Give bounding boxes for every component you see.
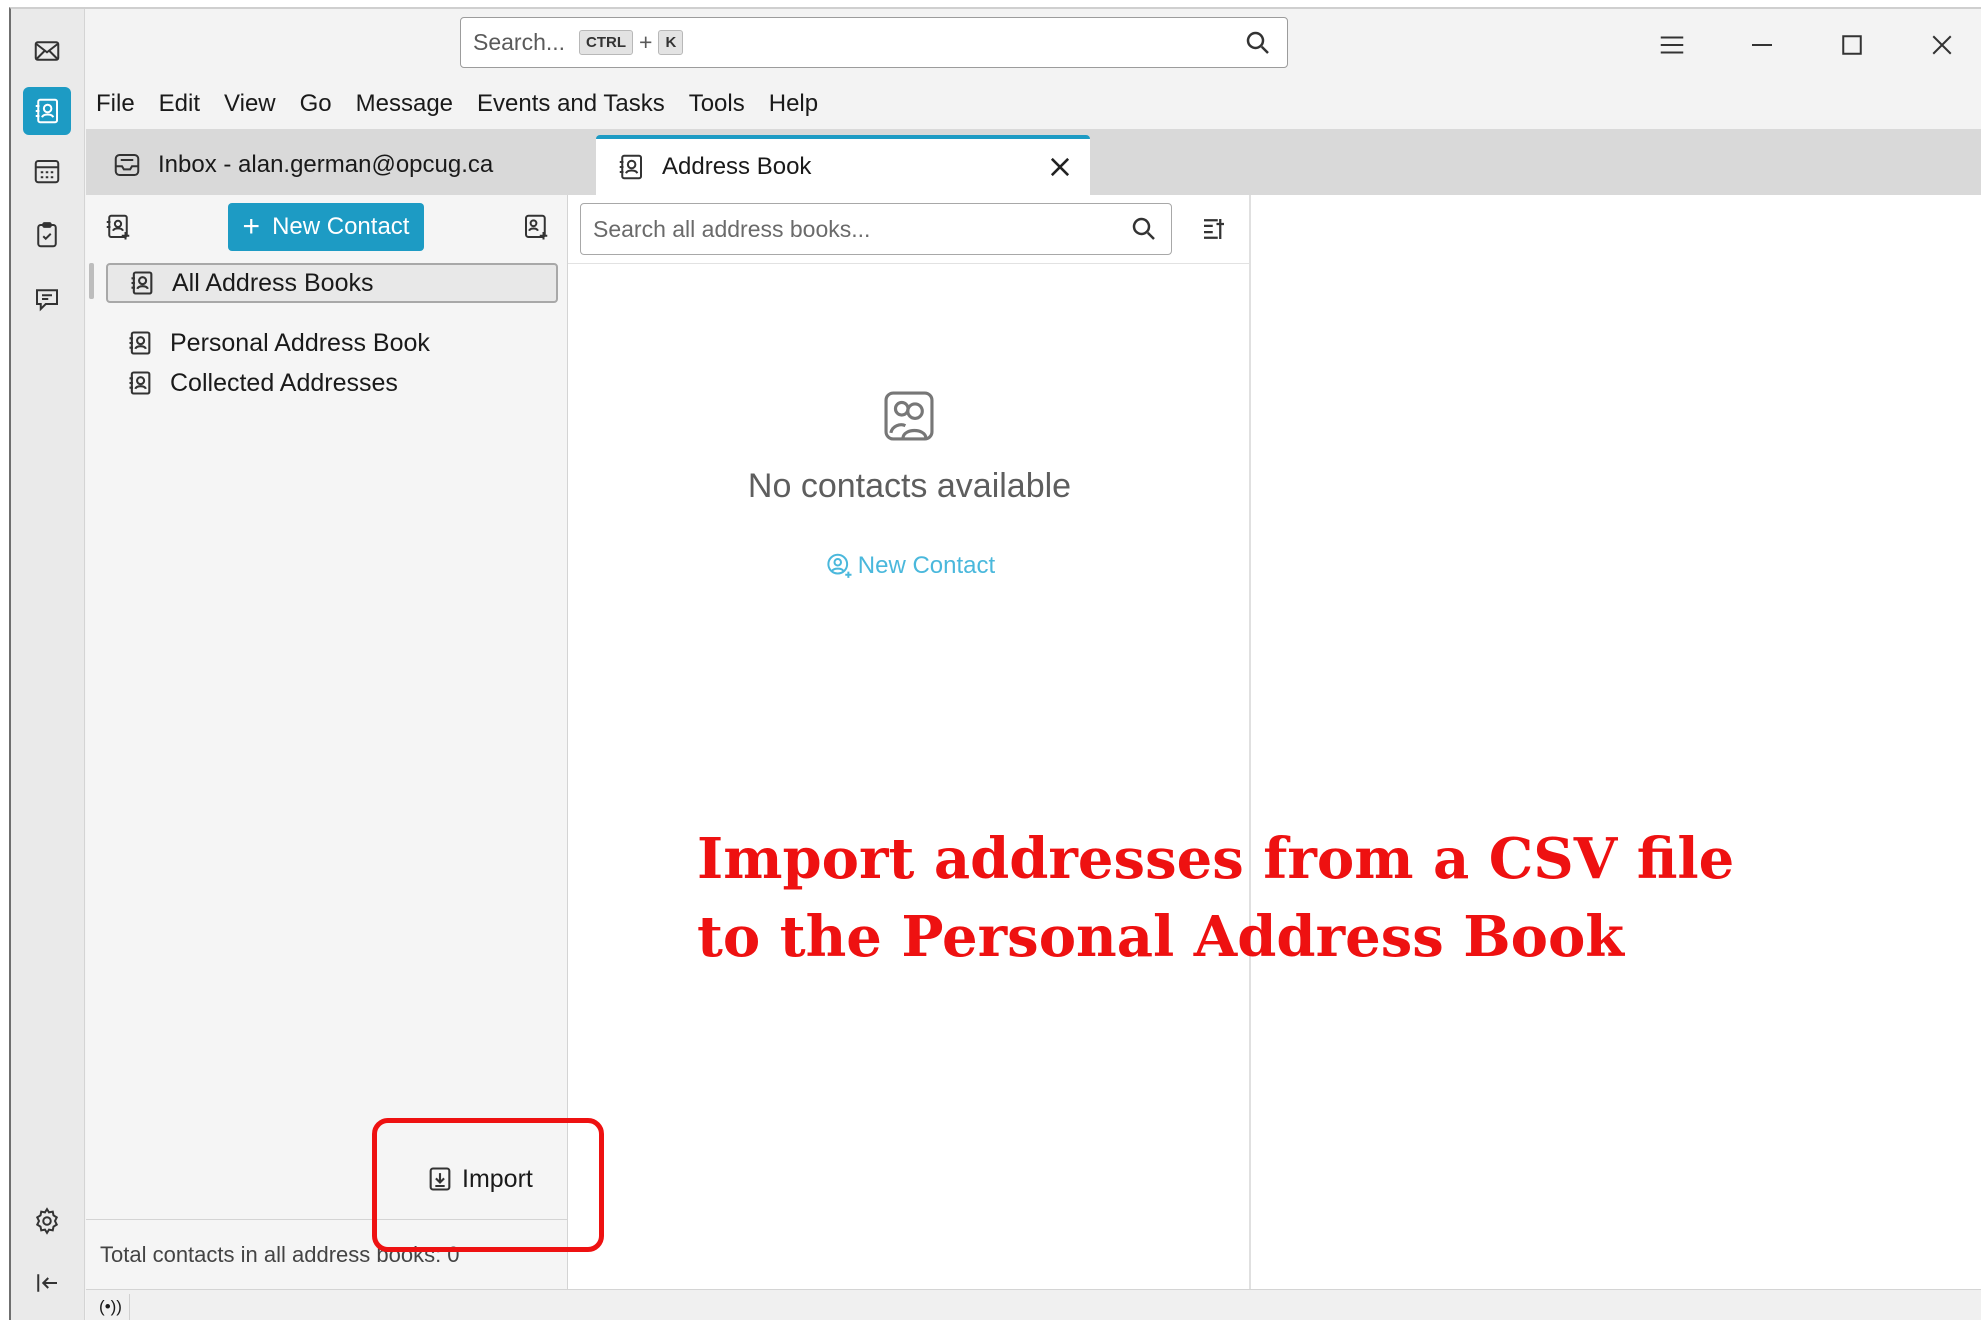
address-book-icon (35, 98, 58, 124)
divider (568, 263, 1249, 264)
list-options-icon (1204, 219, 1224, 239)
hamburger-icon (1660, 36, 1684, 54)
calendar-icon (34, 160, 60, 184)
annotation-line-2: to the Personal Address Book (697, 904, 1625, 970)
new-contact-button[interactable]: + New Contact (228, 203, 424, 251)
new-contact-label: New Contact (272, 213, 410, 240)
plus-icon: + (242, 210, 261, 243)
tasks-icon (37, 222, 57, 248)
book-item-label: Personal Address Book (170, 328, 430, 357)
maximize-icon (1842, 35, 1862, 55)
close-window-button[interactable] (1922, 25, 1962, 65)
import-highlight-box (372, 1118, 604, 1252)
empty-new-contact-label: New Contact (857, 552, 996, 579)
settings-button[interactable] (23, 1197, 71, 1245)
tab-address-book-label: Address Book (662, 153, 812, 180)
selection-indicator (89, 263, 94, 299)
close-tab-icon[interactable] (1046, 153, 1074, 181)
address-book-space-button[interactable] (23, 87, 71, 135)
online-status-icon[interactable]: (•)) (99, 1294, 130, 1320)
shortcut-ctrl: CTRL (579, 30, 634, 55)
contacts-placeholder-icon (884, 391, 934, 441)
book-item-label: All Address Books (172, 268, 374, 297)
shortcut-plus: + (639, 29, 653, 55)
contacts-search-placeholder: Search all address books... (593, 215, 871, 242)
address-book-icon (619, 154, 642, 180)
spaces-toolbar (11, 9, 85, 1320)
status-bar: (•)) (86, 1289, 1981, 1320)
minimize-icon (1752, 44, 1772, 46)
list-display-options-button[interactable] (1194, 209, 1234, 249)
empty-new-contact-link[interactable]: New Contact (568, 551, 1251, 581)
new-address-book-icon (106, 214, 130, 240)
book-item-all-address-books[interactable]: All Address Books (106, 263, 558, 303)
search-icon[interactable] (1243, 28, 1273, 58)
menu-edit[interactable]: Edit (159, 90, 200, 118)
inbox-icon (114, 154, 140, 176)
app-menu-button[interactable] (1652, 25, 1692, 65)
new-list-button[interactable] (516, 207, 556, 247)
tab-inbox-label: Inbox - alan.german@opcug.ca (158, 151, 494, 178)
chat-icon (36, 289, 58, 312)
tasks-space-button[interactable] (23, 211, 71, 259)
books-toolbar: + New Contact (86, 195, 567, 259)
menu-file[interactable]: File (96, 90, 135, 118)
annotation-text: Import addresses from a CSV file to the … (697, 820, 1734, 976)
mail-space-button[interactable] (23, 27, 71, 75)
new-address-book-button[interactable] (98, 207, 138, 247)
menu-go[interactable]: Go (300, 90, 332, 118)
collapse-spaces-button[interactable] (23, 1259, 71, 1307)
contacts-search-input[interactable]: Search all address books... (580, 203, 1172, 255)
gear-icon (35, 1207, 59, 1235)
contact-details-pane (1251, 195, 1981, 1289)
chat-space-button[interactable] (23, 275, 71, 323)
address-book-icon (129, 331, 151, 355)
address-book-icon (131, 271, 153, 295)
global-search-input[interactable]: Search... CTRL + K (460, 17, 1288, 68)
tab-address-book[interactable]: Address Book (596, 135, 1090, 195)
menu-help[interactable]: Help (769, 90, 818, 118)
minimize-button[interactable] (1742, 25, 1782, 65)
book-item-label: Collected Addresses (170, 368, 398, 397)
book-item-personal-address-book[interactable]: Personal Address Book (106, 323, 558, 363)
address-book-icon (129, 371, 151, 395)
new-list-icon (525, 214, 548, 240)
add-contact-icon (827, 553, 852, 578)
tab-bar: Inbox - alan.german@opcug.ca Address Boo… (86, 129, 1981, 195)
menu-bar: File Edit View Go Message Events and Tas… (86, 79, 1981, 129)
annotation-line-1: Import addresses from a CSV file (697, 826, 1735, 892)
calendar-space-button[interactable] (23, 147, 71, 195)
tab-inbox[interactable]: Inbox - alan.german@opcug.ca (112, 135, 592, 195)
mail-icon (34, 41, 60, 61)
menu-events-and-tasks[interactable]: Events and Tasks (477, 90, 665, 118)
no-contacts-message: No contacts available (747, 467, 1072, 505)
title-bar: Search... CTRL + K (86, 9, 1981, 79)
maximize-button[interactable] (1832, 25, 1872, 65)
book-item-collected-addresses[interactable]: Collected Addresses (106, 363, 558, 403)
search-icon[interactable] (1129, 214, 1159, 244)
app-window: Search... CTRL + K File Edit View Go Mes… (9, 7, 1981, 1320)
shortcut-k: K (658, 30, 684, 55)
global-search-placeholder: Search... (473, 29, 566, 55)
contacts-list-pane: Search all address books... No contacts … (568, 195, 1251, 1289)
close-icon (1932, 35, 1952, 55)
collapse-left-icon (37, 1274, 57, 1292)
menu-message[interactable]: Message (356, 90, 453, 118)
menu-view[interactable]: View (224, 90, 276, 118)
menu-tools[interactable]: Tools (689, 90, 745, 118)
